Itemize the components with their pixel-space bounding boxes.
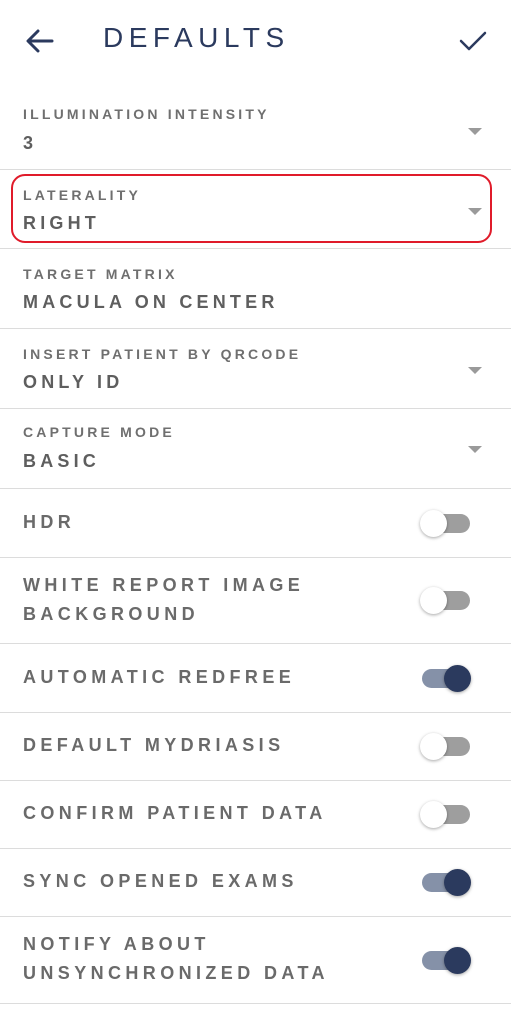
field-value: MACULA ON CENTER xyxy=(23,292,279,312)
toggle-thumb xyxy=(420,733,447,760)
toggle-thumb xyxy=(444,869,471,896)
toggle-thumb xyxy=(420,587,447,614)
toggle-label-line2: UNSYNCHRONIZED DATA xyxy=(23,963,329,983)
confirm-button[interactable] xyxy=(453,24,493,58)
toggle-label-line1: NOTIFY ABOUT xyxy=(23,934,210,954)
target-matrix-select[interactable]: TARGET MATRIX MACULA ON CENTER xyxy=(0,249,511,328)
field-value: BASIC xyxy=(23,451,101,471)
toggle-thumb xyxy=(420,510,447,537)
check-icon xyxy=(459,31,487,51)
field-label: LATERALITY xyxy=(23,187,142,203)
illumination-intensity-select[interactable]: ILLUMINATION INTENSITY 3 xyxy=(0,92,511,169)
toggle-thumb xyxy=(444,665,471,692)
white-report-background-toggle[interactable] xyxy=(420,585,472,615)
capture-mode-select[interactable]: CAPTURE MODE BASIC xyxy=(0,409,511,488)
automatic-redfree-toggle[interactable] xyxy=(420,663,472,693)
toggle-label: AUTOMATIC REDFREE xyxy=(23,667,296,687)
insert-patient-qrcode-select[interactable]: INSERT PATIENT BY QRCODE ONLY ID xyxy=(0,329,511,408)
app-header: DEFAULTS xyxy=(0,0,511,82)
toggle-label: CONFIRM PATIENT DATA xyxy=(23,803,327,823)
field-value: 3 xyxy=(23,133,38,153)
notify-unsynchronized-toggle[interactable] xyxy=(420,945,472,975)
notify-unsynchronized-row: NOTIFY ABOUT UNSYNCHRONIZED DATA xyxy=(0,917,511,1003)
toggle-label: SYNC OPENED EXAMS xyxy=(23,871,298,891)
toggle-label: HDR xyxy=(23,512,76,532)
white-report-background-row: WHITE REPORT IMAGE BACKGROUND xyxy=(0,558,511,643)
sync-opened-exams-row: SYNC OPENED EXAMS xyxy=(0,849,511,916)
arrow-left-icon xyxy=(26,29,54,53)
dropdown-caret-icon xyxy=(468,367,482,374)
hdr-toggle[interactable] xyxy=(420,508,472,538)
default-mydriasis-row: DEFAULT MYDRIASIS xyxy=(0,713,511,780)
toggle-label: DEFAULT MYDRIASIS xyxy=(23,735,285,755)
field-value: RIGHT xyxy=(23,213,100,233)
defaults-screen: DEFAULTS ILLUMINATION INTENSITY 3 LATERA… xyxy=(0,0,511,1024)
laterality-select[interactable]: LATERALITY RIGHT xyxy=(0,170,511,248)
default-mydriasis-toggle[interactable] xyxy=(420,731,472,761)
dropdown-caret-icon xyxy=(468,128,482,135)
dropdown-caret-icon xyxy=(468,208,482,215)
toggle-label-line1: WHITE REPORT IMAGE xyxy=(23,575,305,595)
divider xyxy=(0,1003,511,1004)
field-label: TARGET MATRIX xyxy=(23,266,178,282)
toggle-label-line2: BACKGROUND xyxy=(23,604,199,624)
page-title: DEFAULTS xyxy=(103,22,290,53)
field-label: ILLUMINATION INTENSITY xyxy=(23,106,270,122)
field-label: CAPTURE MODE xyxy=(23,424,175,440)
hdr-row: HDR xyxy=(0,489,511,557)
back-button[interactable] xyxy=(20,24,60,58)
field-value: ONLY ID xyxy=(23,372,124,392)
confirm-patient-data-row: CONFIRM PATIENT DATA xyxy=(0,781,511,848)
sync-opened-exams-toggle[interactable] xyxy=(420,867,472,897)
toggle-thumb xyxy=(444,947,471,974)
confirm-patient-data-toggle[interactable] xyxy=(420,799,472,829)
automatic-redfree-row: AUTOMATIC REDFREE xyxy=(0,644,511,712)
toggle-thumb xyxy=(420,801,447,828)
dropdown-caret-icon xyxy=(468,446,482,453)
field-label: INSERT PATIENT BY QRCODE xyxy=(23,346,302,362)
